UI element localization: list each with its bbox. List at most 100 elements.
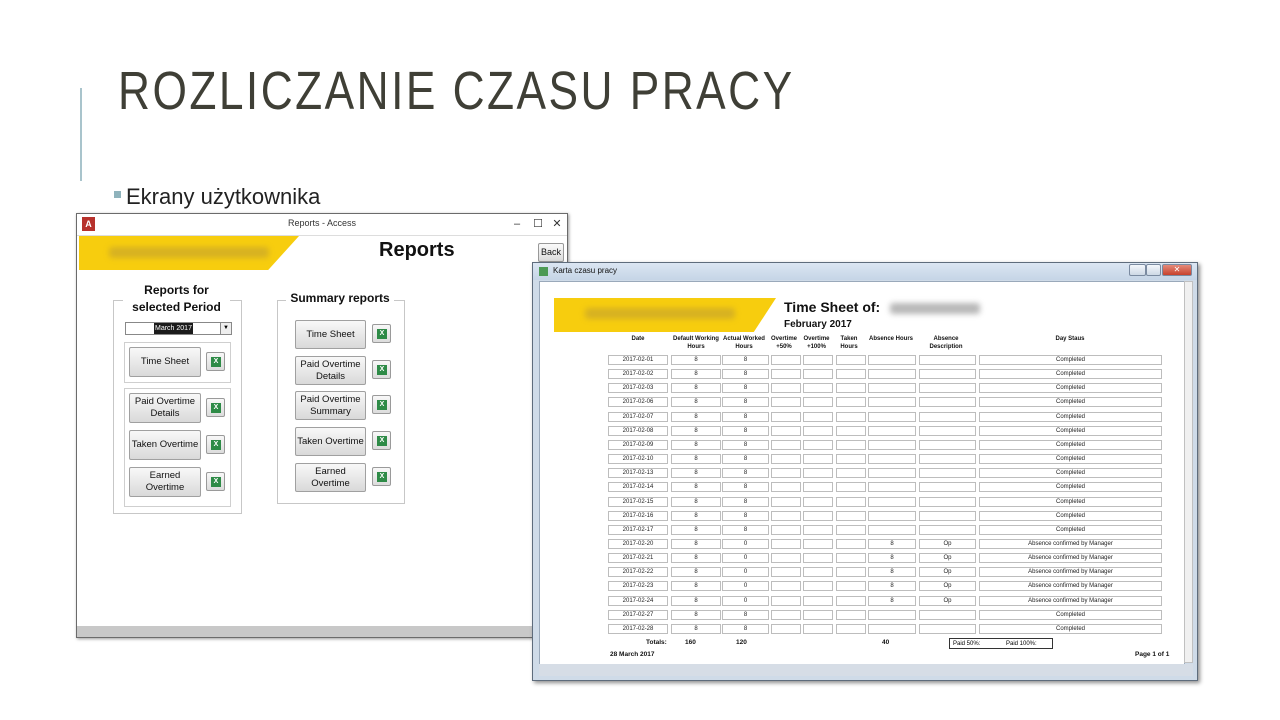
maximize-icon[interactable]	[1146, 264, 1161, 276]
table-cell-default: 8	[671, 369, 721, 380]
table-cell-actual: 8	[722, 454, 769, 465]
table-cell-desc: Op	[919, 581, 976, 592]
table-cell-taken	[836, 538, 866, 549]
footer-page: Page 1 of 1	[1135, 651, 1170, 658]
period-time-sheet-button[interactable]: Time Sheet	[129, 347, 201, 377]
summary-paid-overtime-details-button[interactable]: Paid Overtime Details	[295, 356, 366, 385]
table-cell-taken	[836, 623, 866, 634]
table-cell-actual: 8	[722, 482, 769, 493]
excel-export-icon[interactable]: X	[372, 467, 391, 486]
access-titlebar: A Reports - Access – ☐ ✕	[77, 214, 567, 236]
chevron-down-icon[interactable]: ▼	[220, 323, 231, 334]
table-cell-desc: Op	[919, 567, 976, 578]
table-cell-desc	[919, 524, 976, 535]
excel-export-icon[interactable]: X	[206, 352, 225, 371]
table-cell-ot50	[771, 553, 801, 564]
period-paid-overtime-details-button[interactable]: Paid Overtime Details	[129, 393, 201, 423]
table-cell-desc	[919, 609, 976, 620]
minimize-icon[interactable]	[1129, 264, 1146, 276]
summary-earned-overtime-button[interactable]: Earned Overtime	[295, 463, 366, 492]
table-cell-ot50	[771, 468, 801, 479]
table-cell-default: 8	[671, 397, 721, 408]
table-cell-ot50	[771, 581, 801, 592]
accent-line	[80, 88, 82, 181]
table-cell-date: 2017-02-28	[608, 623, 668, 634]
table-cell-ot50	[771, 510, 801, 521]
table-cell-date: 2017-02-10	[608, 454, 668, 465]
table-cell-status: Completed	[979, 454, 1162, 465]
table-cell-actual: 8	[722, 439, 769, 450]
summary-paid-overtime-summary-button[interactable]: Paid Overtime Summary	[295, 391, 366, 420]
period-taken-overtime-button[interactable]: Taken Overtime	[129, 430, 201, 460]
table-cell-actual: 8	[722, 397, 769, 408]
table-cell-ot50	[771, 439, 801, 450]
table-cell-default: 8	[671, 355, 721, 365]
table-cell-default: 8	[671, 439, 721, 450]
table-cell-absence	[868, 355, 916, 365]
excel-export-icon[interactable]: X	[372, 360, 391, 379]
vertical-scrollbar[interactable]	[1184, 281, 1193, 663]
table-cell-ot50	[771, 623, 801, 634]
table-cell-absence	[868, 524, 916, 535]
table-cell-ot50	[771, 369, 801, 380]
close-icon[interactable]: ✕	[1162, 264, 1192, 276]
period-select[interactable]: March 2017 ▼	[125, 322, 232, 335]
table-cell-date: 2017-02-17	[608, 524, 668, 535]
table-cell-status: Completed	[979, 439, 1162, 450]
excel-export-icon[interactable]: X	[372, 395, 391, 414]
period-group-title-line1: Reports for	[144, 283, 209, 297]
table-cell-taken	[836, 553, 866, 564]
excel-export-icon[interactable]: X	[206, 435, 225, 454]
table-cell-ot100	[803, 383, 833, 394]
table-cell-absence	[868, 468, 916, 479]
summary-taken-overtime-button[interactable]: Taken Overtime	[295, 427, 366, 456]
table-cell-ot100	[803, 623, 833, 634]
summary-group-title: Summary reports	[286, 290, 394, 307]
table-cell-default: 8	[671, 538, 721, 549]
minimize-icon[interactable]: –	[507, 215, 527, 233]
access-header: Reports	[79, 236, 565, 270]
back-button[interactable]: Back	[538, 243, 564, 262]
table-cell-default: 8	[671, 567, 721, 578]
table-cell-ot100	[803, 538, 833, 549]
table-cell-default: 8	[671, 411, 721, 422]
table-cell-taken	[836, 595, 866, 606]
table-cell-status: Completed	[979, 397, 1162, 408]
close-icon[interactable]: ✕	[547, 215, 567, 233]
table-cell-taken	[836, 355, 866, 365]
period-select-value: March 2017	[154, 323, 193, 334]
table-cell-date: 2017-02-15	[608, 496, 668, 507]
table-cell-actual: 8	[722, 623, 769, 634]
table-cell-ot100	[803, 369, 833, 380]
table-cell-status: Completed	[979, 468, 1162, 479]
summary-time-sheet-button[interactable]: Time Sheet	[295, 320, 366, 349]
excel-export-icon[interactable]: X	[206, 472, 225, 491]
table-cell-taken	[836, 411, 866, 422]
table-cell-desc	[919, 369, 976, 380]
period-earned-overtime-button[interactable]: Earned Overtime	[129, 467, 201, 497]
maximize-icon[interactable]: ☐	[528, 215, 548, 233]
table-cell-actual: 8	[722, 411, 769, 422]
timesheet-titlebar: Karta czasu pracy ✕	[533, 263, 1197, 280]
table-cell-status: Completed	[979, 383, 1162, 394]
excel-export-icon[interactable]: X	[206, 398, 225, 417]
table-cell-ot100	[803, 609, 833, 620]
excel-export-icon[interactable]: X	[372, 324, 391, 343]
access-window-title: Reports - Access	[287, 218, 357, 228]
table-cell-ot50	[771, 595, 801, 606]
table-cell-actual: 8	[722, 383, 769, 394]
column-header: Actual Worked Hours	[723, 336, 765, 350]
table-cell-date: 2017-02-01	[608, 355, 668, 365]
table-cell-date: 2017-02-20	[608, 538, 668, 549]
table-cell-desc	[919, 425, 976, 436]
table-cell-taken	[836, 496, 866, 507]
table-cell-status: Completed	[979, 623, 1162, 634]
table-cell-ot100	[803, 411, 833, 422]
table-cell-status: Completed	[979, 510, 1162, 521]
excel-export-icon[interactable]: X	[372, 431, 391, 450]
table-cell-ot100	[803, 496, 833, 507]
table-cell-status: Completed	[979, 355, 1162, 365]
table-cell-ot50	[771, 454, 801, 465]
table-cell-default: 8	[671, 553, 721, 564]
table-cell-absence: 8	[868, 567, 916, 578]
